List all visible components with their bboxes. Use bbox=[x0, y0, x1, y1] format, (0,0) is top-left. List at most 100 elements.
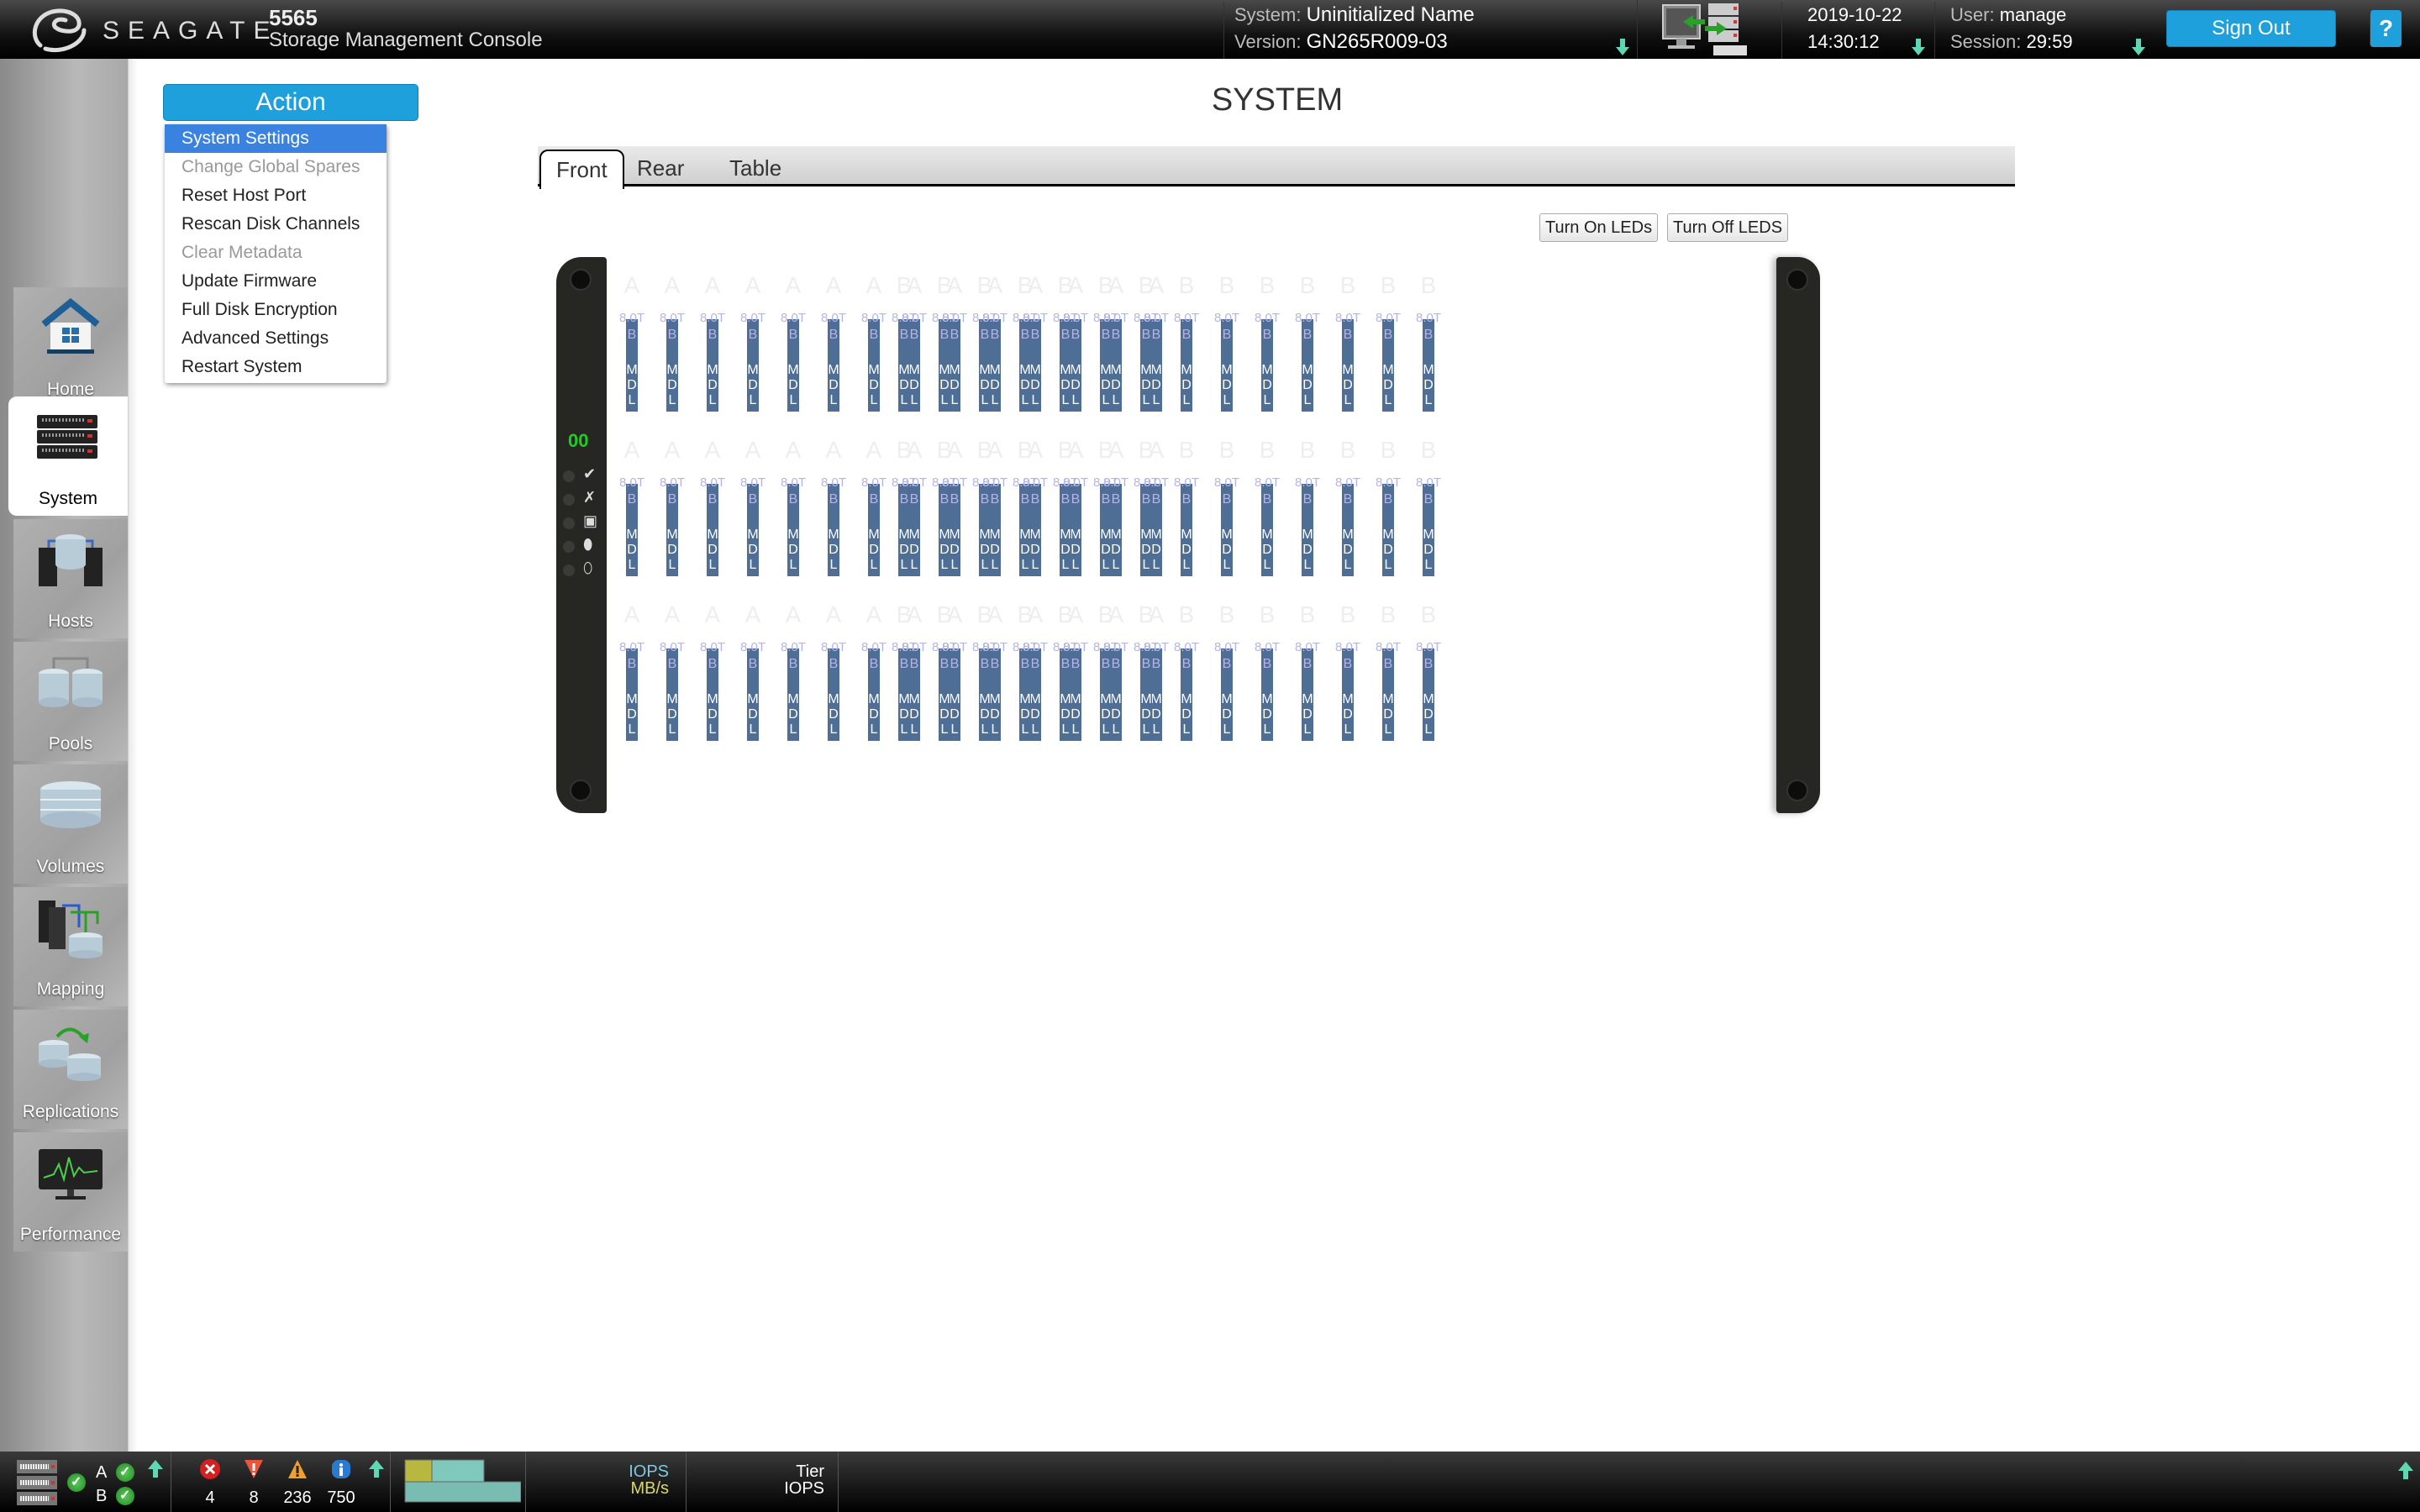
alerts-section[interactable]: 4 8 236 750 bbox=[172, 1452, 391, 1512]
disk-slot[interactable]: B 8.0T B M D L bbox=[968, 437, 1002, 576]
disk-slot[interactable]: B 8.0T B M D L bbox=[1412, 601, 1445, 741]
disk-slot[interactable]: B 8.0T B M D L bbox=[1250, 601, 1284, 741]
datetime-panel[interactable]: 2019-10-22 14:30:12 bbox=[1781, 2, 1933, 59]
disk-slot[interactable]: A 8.0T B M D L bbox=[857, 601, 891, 741]
disk-slot[interactable]: B 8.0T B M D L bbox=[1049, 437, 1082, 576]
disk-slot[interactable]: B 8.0T B M D L bbox=[1412, 272, 1445, 412]
system-info-panel[interactable]: System: Uninitialized Name Version: GN26… bbox=[1223, 2, 1635, 59]
disk-slot[interactable]: B 8.0T B M D L bbox=[887, 601, 921, 741]
tab-rear[interactable]: Rear bbox=[622, 150, 699, 186]
disk-slot[interactable]: B 8.0T B M D L bbox=[1089, 601, 1123, 741]
controller-status-section[interactable]: A B bbox=[0, 1452, 171, 1512]
nav-item-system[interactable]: System bbox=[8, 396, 128, 516]
disk-slot[interactable]: B 8.0T B M D L bbox=[1291, 437, 1324, 576]
disk-slot[interactable]: A 8.0T B M D L bbox=[776, 437, 810, 576]
disk-slot[interactable]: B 8.0T B M D L bbox=[1170, 272, 1203, 412]
disk-slot[interactable]: A 8.0T B M D L bbox=[776, 272, 810, 412]
nav-item-home[interactable]: Home bbox=[13, 287, 128, 407]
disk-slot[interactable]: B 8.0T B M D L bbox=[1008, 272, 1042, 412]
nav-item-hosts[interactable]: Hosts bbox=[13, 519, 128, 638]
disk-slot[interactable]: A 8.0T B M D L bbox=[736, 437, 770, 576]
expand-arrow-icon[interactable] bbox=[1912, 39, 1925, 55]
capacity-section[interactable] bbox=[392, 1452, 526, 1512]
disk-slot[interactable]: B 8.0T B M D L bbox=[1331, 601, 1365, 741]
disk-slot[interactable]: A 8.0T B M D L bbox=[615, 437, 649, 576]
disk-slot[interactable]: B 8.0T B M D L bbox=[1210, 272, 1244, 412]
disk-slot[interactable]: A 8.0T B M D L bbox=[736, 272, 770, 412]
nav-item-volumes[interactable]: Volumes bbox=[13, 764, 128, 884]
performance-section[interactable]: IOPS MB/s bbox=[527, 1452, 687, 1512]
disk-slot[interactable]: B 8.0T B M D L bbox=[1210, 437, 1244, 576]
nav-item-mapping[interactable]: Mapping bbox=[13, 887, 128, 1006]
disk-slot[interactable]: B 8.0T B M D L bbox=[887, 272, 921, 412]
help-button[interactable]: ? bbox=[2370, 10, 2402, 47]
disk-slot[interactable]: B 8.0T B M D L bbox=[1129, 601, 1163, 741]
disk-slot[interactable]: B 8.0T B M D L bbox=[1089, 272, 1123, 412]
disk-slot[interactable]: B 8.0T B M D L bbox=[1089, 437, 1123, 576]
menu-item-restart-system[interactable]: Restart System bbox=[165, 353, 387, 381]
expand-up-arrow-icon[interactable] bbox=[2398, 1462, 2413, 1480]
disk-slot[interactable]: A 8.0T B M D L bbox=[615, 601, 649, 741]
disk-slot[interactable]: B 8.0T B M D L bbox=[1170, 437, 1203, 576]
disk-slot[interactable]: A 8.0T B M D L bbox=[817, 601, 850, 741]
disk-slot[interactable]: B 8.0T B M D L bbox=[928, 437, 961, 576]
disk-slot[interactable]: B 8.0T B M D L bbox=[928, 272, 961, 412]
turn-off-leds-button[interactable]: Turn Off LEDS bbox=[1667, 213, 1789, 242]
disk-slot[interactable]: B 8.0T B M D L bbox=[1129, 437, 1163, 576]
sign-out-button[interactable]: Sign Out bbox=[2166, 10, 2336, 47]
tier-section[interactable]: Tier IOPS bbox=[687, 1452, 839, 1512]
disk-slot[interactable]: B 8.0T B M D L bbox=[1049, 272, 1082, 412]
disk-slot[interactable]: A 8.0T B M D L bbox=[857, 437, 891, 576]
user-panel[interactable]: User: manage Session: 29:59 bbox=[1934, 2, 2161, 59]
expand-arrow-icon[interactable] bbox=[2132, 39, 2145, 55]
disk-slot[interactable]: B 8.0T B M D L bbox=[1371, 272, 1405, 412]
tab-front[interactable]: Front bbox=[539, 150, 624, 189]
menu-item-rescan-disk-channels[interactable]: Rescan Disk Channels bbox=[165, 210, 387, 239]
disk-slot[interactable]: A 8.0T B M D L bbox=[655, 272, 689, 412]
disk-slot[interactable]: A 8.0T B M D L bbox=[696, 437, 729, 576]
disk-slot[interactable]: B 8.0T B M D L bbox=[1170, 601, 1203, 741]
disk-slot[interactable]: B 8.0T B M D L bbox=[1331, 272, 1365, 412]
expand-up-arrow-icon[interactable] bbox=[369, 1460, 384, 1478]
disk-slot[interactable]: A 8.0T B M D L bbox=[736, 601, 770, 741]
turn-on-leds-button[interactable]: Turn On LEDs bbox=[1539, 213, 1659, 242]
menu-item-reset-host-port[interactable]: Reset Host Port bbox=[165, 181, 387, 210]
menu-item-system-settings[interactable]: System Settings bbox=[165, 124, 387, 153]
tab-table[interactable]: Table bbox=[714, 150, 797, 186]
nav-item-pools[interactable]: Pools bbox=[13, 642, 128, 761]
menu-item-full-disk-encryption[interactable]: Full Disk Encryption bbox=[165, 296, 387, 324]
disk-slot[interactable]: B 8.0T B M D L bbox=[1371, 437, 1405, 576]
disk-slot[interactable]: B 8.0T B M D L bbox=[968, 601, 1002, 741]
disk-slot[interactable]: B 8.0T B M D L bbox=[1250, 437, 1284, 576]
disk-slot[interactable]: B 8.0T B M D L bbox=[1250, 272, 1284, 412]
nav-item-replications[interactable]: Replications bbox=[13, 1010, 128, 1129]
disk-slot[interactable]: A 8.0T B M D L bbox=[857, 272, 891, 412]
expand-arrow-icon[interactable] bbox=[1616, 39, 1629, 55]
disk-slot[interactable]: B 8.0T B M D L bbox=[1371, 601, 1405, 741]
disk-slot[interactable]: B 8.0T B M D L bbox=[1129, 272, 1163, 412]
disk-slot[interactable]: B 8.0T B M D L bbox=[1412, 437, 1445, 576]
connection-status[interactable] bbox=[1637, 0, 1780, 59]
menu-item-update-firmware[interactable]: Update Firmware bbox=[165, 267, 387, 296]
disk-slot[interactable]: B 8.0T B M D L bbox=[1008, 437, 1042, 576]
disk-slot[interactable]: A 8.0T B M D L bbox=[615, 272, 649, 412]
disk-slot[interactable]: A 8.0T B M D L bbox=[817, 272, 850, 412]
disk-slot[interactable]: B 8.0T B M D L bbox=[1049, 601, 1082, 741]
disk-slot[interactable]: B 8.0T B M D L bbox=[1291, 601, 1324, 741]
nav-item-performance[interactable]: Performance bbox=[13, 1132, 128, 1252]
disk-slot[interactable]: B 8.0T B M D L bbox=[968, 272, 1002, 412]
disk-slot[interactable]: A 8.0T B M D L bbox=[696, 601, 729, 741]
disk-slot[interactable]: A 8.0T B M D L bbox=[776, 601, 810, 741]
action-button[interactable]: Action bbox=[163, 84, 418, 121]
disk-slot[interactable]: A 8.0T B M D L bbox=[696, 272, 729, 412]
menu-item-advanced-settings[interactable]: Advanced Settings bbox=[165, 324, 387, 353]
disk-slot[interactable]: B 8.0T B M D L bbox=[928, 601, 961, 741]
disk-slot[interactable]: B 8.0T B M D L bbox=[1291, 272, 1324, 412]
disk-slot[interactable]: A 8.0T B M D L bbox=[655, 601, 689, 741]
disk-slot[interactable]: A 8.0T B M D L bbox=[817, 437, 850, 576]
disk-slot[interactable]: A 8.0T B M D L bbox=[655, 437, 689, 576]
disk-slot[interactable]: B 8.0T B M D L bbox=[887, 437, 921, 576]
disk-slot[interactable]: B 8.0T B M D L bbox=[1331, 437, 1365, 576]
disk-slot[interactable]: B 8.0T B M D L bbox=[1008, 601, 1042, 741]
disk-slot[interactable]: B 8.0T B M D L bbox=[1210, 601, 1244, 741]
